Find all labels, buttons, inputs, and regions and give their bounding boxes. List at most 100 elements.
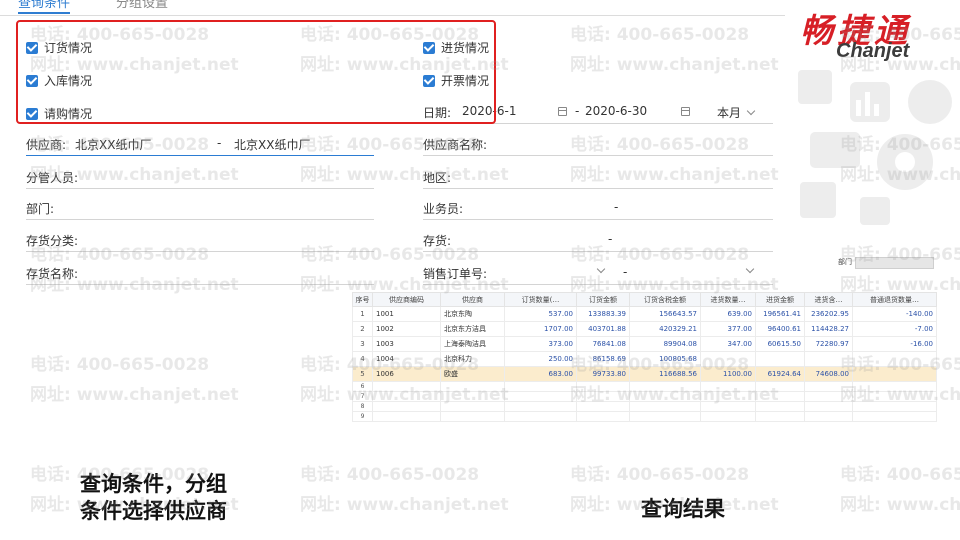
chevron-down-icon[interactable] bbox=[596, 264, 606, 274]
column-header[interactable]: 普通退货数量… bbox=[852, 292, 937, 307]
inventory-field[interactable]: 存货: - bbox=[423, 230, 773, 252]
manager-field[interactable]: 分管人员: bbox=[26, 167, 374, 189]
table-cell: 6 bbox=[352, 381, 373, 392]
table-cell bbox=[852, 401, 937, 412]
column-header[interactable]: 进货数量… bbox=[700, 292, 756, 307]
table-cell: 1 bbox=[352, 306, 373, 322]
manager-label: 分管人员: bbox=[26, 171, 79, 185]
region-field[interactable]: 地区: bbox=[423, 167, 773, 189]
tab-query-conditions[interactable]: 查询条件 bbox=[18, 0, 71, 14]
checkbox-checked-icon bbox=[423, 74, 435, 87]
table-row-empty: 8 bbox=[352, 401, 937, 412]
calendar-icon[interactable] bbox=[681, 107, 690, 116]
table-cell: 537.00 bbox=[504, 306, 577, 322]
table-cell: 1004 bbox=[372, 351, 441, 367]
table-cell: 403701.88 bbox=[576, 321, 630, 337]
checkbox-purchase-status[interactable]: 进货情况 bbox=[423, 39, 489, 56]
table-cell: 60615.50 bbox=[755, 336, 805, 352]
department-field[interactable]: 部门: bbox=[26, 198, 374, 220]
chevron-down-icon[interactable] bbox=[745, 264, 755, 274]
table-cell: 377.00 bbox=[700, 321, 756, 337]
table-cell: 2 bbox=[352, 321, 373, 337]
table-cell: 北京科力 bbox=[440, 351, 505, 367]
checkbox-requisition-status[interactable]: 请购情况 bbox=[26, 105, 92, 122]
decorative-cloud-icons bbox=[798, 70, 952, 225]
table-cell: 4 bbox=[352, 351, 373, 367]
table-row[interactable]: 3 1003 上海泰陶洁具 373.00 76841.08 89904.08 347.00 6… bbox=[352, 336, 937, 352]
table-cell: -7.00 bbox=[852, 321, 937, 337]
column-header[interactable]: 订货金额 bbox=[576, 292, 630, 307]
salesperson-field[interactable]: 业务员: - bbox=[423, 198, 773, 220]
checkbox-inbound-status[interactable]: 入库情况 bbox=[26, 72, 92, 89]
table-cell bbox=[755, 411, 805, 422]
table-row[interactable]: 1 1001 北京东陶 537.00 133883.39 156643.57 639.00 1… bbox=[352, 306, 937, 322]
table-cell bbox=[852, 366, 937, 382]
date-from-input[interactable]: 2020-6-1 bbox=[462, 104, 516, 118]
column-header[interactable]: 供应商 bbox=[440, 292, 505, 307]
table-cell: 5 bbox=[352, 366, 373, 382]
checkbox-checked-icon bbox=[423, 41, 435, 54]
table-row-empty: 7 bbox=[352, 391, 937, 402]
column-header[interactable]: 订货数量(… bbox=[504, 292, 577, 307]
chevron-down-icon[interactable] bbox=[746, 106, 756, 116]
table-cell: 72280.97 bbox=[804, 336, 853, 352]
caption-left: 查询条件，分组 条件选择供应商 bbox=[80, 471, 227, 525]
table-cell: 9 bbox=[352, 411, 373, 422]
grid-department-input[interactable] bbox=[855, 257, 934, 269]
table-cell bbox=[755, 401, 805, 412]
checkbox-invoice-status[interactable]: 开票情况 bbox=[423, 72, 489, 89]
table-cell bbox=[372, 381, 441, 392]
table-row[interactable]: 2 1002 北京东方洁具 1707.00 403701.88 420329.21 377.… bbox=[352, 321, 937, 337]
table-row[interactable]: 4 1004 北京科力 250.00 86158.69 100805.68 bbox=[352, 351, 937, 367]
table-cell: 196561.41 bbox=[755, 306, 805, 322]
table-row[interactable]: 5 1006 欧盛 683.00 99733.80 116688.56 1100.00 619… bbox=[352, 366, 937, 382]
table-cell: 100805.68 bbox=[629, 351, 701, 367]
tab-bar: 查询条件 分组设置 bbox=[0, 0, 785, 16]
column-header[interactable]: 进货金额 bbox=[755, 292, 805, 307]
date-range-field: 日期: 2020-6-1 - 2020-6-30 本月 bbox=[423, 102, 773, 124]
table-row-empty: 6 bbox=[352, 381, 937, 392]
checkbox-checked-icon bbox=[26, 107, 38, 120]
supplier-range-field[interactable]: 供应商: 北京XX纸巾厂 - 北京XX纸巾厂 bbox=[26, 134, 374, 156]
sales-order-field[interactable]: 销售订单号: - bbox=[423, 263, 773, 285]
table-cell bbox=[372, 411, 441, 422]
column-header[interactable]: 进货含… bbox=[804, 292, 853, 307]
table-cell bbox=[700, 381, 756, 392]
table-cell: 北京东陶 bbox=[440, 306, 505, 322]
column-header[interactable]: 订货含税金额 bbox=[629, 292, 701, 307]
tab-group-settings[interactable]: 分组设置 bbox=[116, 0, 168, 11]
date-separator: - bbox=[575, 104, 580, 118]
inventory-class-field[interactable]: 存货分类: bbox=[26, 230, 374, 252]
table-cell bbox=[804, 351, 853, 367]
table-cell: 373.00 bbox=[504, 336, 577, 352]
table-cell: 114428.27 bbox=[804, 321, 853, 337]
table-cell bbox=[440, 391, 505, 402]
table-cell bbox=[700, 401, 756, 412]
inventory-name-field[interactable]: 存货名称: bbox=[26, 263, 374, 285]
watermark-site: 网址: www.chanjet.net bbox=[300, 495, 509, 515]
supplier-from-input[interactable]: 北京XX纸巾厂 bbox=[75, 136, 151, 153]
table-cell: 1002 bbox=[372, 321, 441, 337]
table-cell bbox=[700, 351, 756, 367]
period-select[interactable]: 本月 bbox=[717, 104, 741, 121]
table-cell bbox=[804, 391, 853, 402]
table-cell bbox=[700, 391, 756, 402]
table-cell bbox=[629, 401, 701, 412]
table-cell bbox=[504, 391, 577, 402]
column-header[interactable]: 供应商编码 bbox=[372, 292, 441, 307]
table-cell bbox=[755, 351, 805, 367]
table-cell: 420329.21 bbox=[629, 321, 701, 337]
supplier-to-input[interactable]: 北京XX纸巾厂 bbox=[234, 136, 310, 153]
date-to-input[interactable]: 2020-6-30 bbox=[585, 104, 647, 118]
table-cell: 116688.56 bbox=[629, 366, 701, 382]
region-label: 地区: bbox=[423, 171, 452, 185]
column-header[interactable]: 序号 bbox=[352, 292, 373, 307]
supplier-name-field[interactable]: 供应商名称: bbox=[423, 134, 773, 156]
table-cell: 1006 bbox=[372, 366, 441, 382]
table-cell: 3 bbox=[352, 336, 373, 352]
table-cell bbox=[504, 381, 577, 392]
calendar-icon[interactable] bbox=[558, 107, 567, 116]
checkbox-order-status[interactable]: 订货情况 bbox=[26, 39, 92, 56]
table-cell bbox=[372, 401, 441, 412]
table-row-empty: 9 bbox=[352, 411, 937, 422]
